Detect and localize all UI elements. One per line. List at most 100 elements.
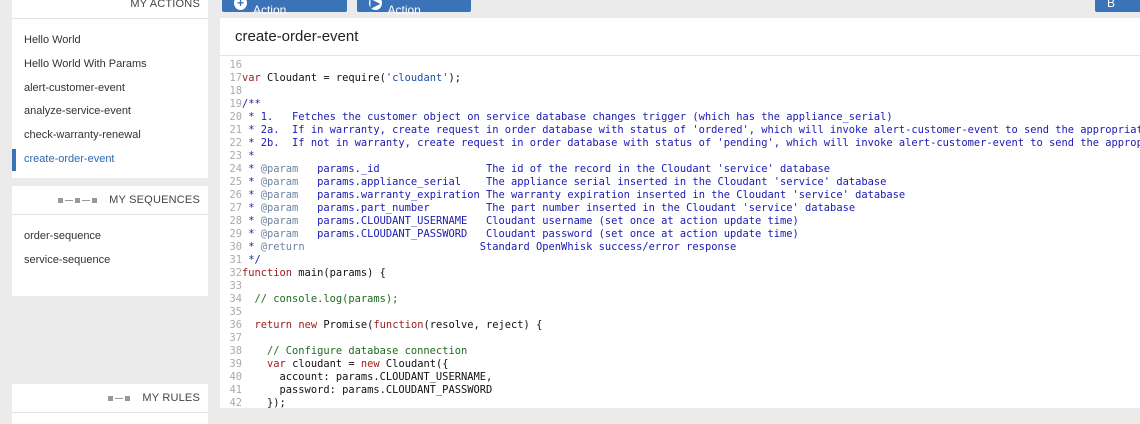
- code-token: @param: [260, 176, 299, 188]
- line-number: 25: [229, 176, 242, 188]
- line-number: 29: [229, 228, 242, 240]
- my-rules-title: MY RULES: [142, 392, 200, 404]
- code-token: cloudant =: [285, 358, 361, 370]
- sidebar-item-action[interactable]: create-order-event: [12, 148, 208, 172]
- sidebar-item-action[interactable]: Hello World: [12, 29, 208, 53]
- code-token: @param: [260, 215, 299, 227]
- code-text: *: [242, 150, 254, 163]
- sidebar-item-action[interactable]: alert-customer-event: [12, 77, 208, 101]
- code-text: * 2a. If in warranty, create request in …: [242, 124, 1140, 137]
- code-token: *: [242, 163, 261, 175]
- run-action-label: Run this Action: [387, 0, 432, 17]
- code-token: new: [360, 358, 380, 370]
- line-number: 31: [229, 254, 242, 266]
- code-token: Cloudant = require(: [260, 72, 386, 84]
- code-line: 38 // Configure database connection: [220, 345, 1140, 358]
- play-icon: ▶: [369, 0, 382, 10]
- code-token: *: [242, 189, 261, 201]
- code-token: * 1. Fetches the customer object on serv…: [242, 111, 893, 123]
- code-token: Standard OpenWhisk success/error respons…: [304, 241, 737, 253]
- sidebar-item-sequence[interactable]: service-sequence: [12, 249, 208, 273]
- line-number: 38: [229, 345, 242, 357]
- line-number: 32: [229, 267, 242, 279]
- code-text: * @return Standard OpenWhisk success/err…: [242, 241, 736, 254]
- line-number: 19: [229, 98, 242, 110]
- code-line: 30 * @return Standard OpenWhisk success/…: [220, 241, 1140, 254]
- code-text: function main(params) {: [242, 267, 386, 280]
- my-sequences-title: MY SEQUENCES: [109, 194, 200, 206]
- sidebar-item-action[interactable]: analyze-service-event: [12, 100, 208, 124]
- code-token: *: [242, 228, 261, 240]
- code-line: 31 */: [220, 254, 1140, 267]
- my-actions-header: MY ACTIONS: [12, 0, 208, 19]
- code-line: 17 var Cloudant = require('cloudant');: [220, 72, 1140, 85]
- code-token: });: [242, 397, 286, 408]
- code-token: account: params.CLOUDANT_USERNAME,: [242, 371, 493, 383]
- code-token: (resolve, reject) {: [423, 319, 543, 331]
- line-number: 42: [229, 397, 242, 408]
- code-line: 26 * @param params.warranty_expiration T…: [220, 189, 1140, 202]
- line-number: 24: [229, 163, 242, 175]
- code-text: */: [242, 254, 261, 267]
- run-action-button[interactable]: ▶ Run this Action: [357, 0, 471, 17]
- code-text: password: params.CLOUDANT_PASSWORD: [242, 384, 493, 397]
- code-editor[interactable]: 16 17 var Cloudant = require('cloudant'); 1…: [220, 59, 1140, 408]
- code-token: password: params.CLOUDANT_PASSWORD: [242, 384, 493, 396]
- code-text: * @param params.appliance_serial The app…: [242, 176, 886, 189]
- line-number: 36: [229, 319, 242, 331]
- create-action-button[interactable]: + Create an Action: [222, 0, 347, 17]
- code-token: * 2a. If in warranty, create request in …: [242, 124, 1140, 136]
- code-text: var cloudant = new Cloudant({: [242, 358, 449, 371]
- sidebar-item-action[interactable]: check-warranty-renewal: [12, 124, 208, 148]
- code-line: 25 * @param params.appliance_serial The …: [220, 176, 1140, 189]
- sidebar-item-action[interactable]: Hello World With Params: [12, 53, 208, 77]
- line-number: 39: [229, 358, 242, 370]
- my-sequences-panel: MY SEQUENCES order-sequence service-seque…: [12, 186, 208, 296]
- line-number: 37: [229, 332, 242, 344]
- code-token: Cloudant({: [379, 358, 449, 370]
- code-line: 18: [220, 85, 1140, 98]
- line-number: 35: [229, 306, 242, 318]
- line-number: 23: [229, 150, 242, 162]
- code-text: /**: [242, 98, 261, 111]
- line-number: 18: [229, 85, 242, 97]
- toolbar-right-label: B: [1107, 0, 1116, 10]
- code-token: *: [242, 215, 261, 227]
- code-line: 35: [220, 306, 1140, 319]
- code-text: return new Promise(function(resolve, rej…: [242, 319, 543, 332]
- code-text: });: [242, 397, 286, 408]
- code-text: * 1. Fetches the customer object on serv…: [242, 111, 893, 124]
- code-text: * @param params.CLOUDANT_PASSWORD Clouda…: [242, 228, 799, 241]
- code-token: // Configure database connection: [267, 345, 468, 357]
- code-line: 42 });: [220, 397, 1140, 408]
- code-line: 27 * @param params.part_number The part …: [220, 202, 1140, 215]
- line-number: 27: [229, 202, 242, 214]
- actions-list: Hello World Hello World With Params alert-…: [12, 19, 208, 172]
- code-token: );: [448, 72, 461, 84]
- plus-icon: +: [234, 0, 247, 10]
- code-line: 34 // console.log(params);: [220, 293, 1140, 306]
- code-token: var: [267, 358, 286, 370]
- code-line: 16: [220, 59, 1140, 72]
- code-token: function: [242, 267, 293, 279]
- sidebar-item-sequence[interactable]: order-sequence: [12, 225, 208, 249]
- code-line: 21 * 2a. If in warranty, create request …: [220, 124, 1140, 137]
- line-number: 28: [229, 215, 242, 227]
- code-token: Promise(: [317, 319, 374, 331]
- sequence-icon: [58, 197, 98, 203]
- code-token: return: [254, 319, 293, 331]
- code-line: 32 function main(params) {: [220, 267, 1140, 280]
- code-line: 36 return new Promise(function(resolve, …: [220, 319, 1140, 332]
- code-line: 23 *: [220, 150, 1140, 163]
- toolbar-right-button[interactable]: B: [1095, 0, 1140, 12]
- code-line: 41 password: params.CLOUDANT_PASSWORD: [220, 384, 1140, 397]
- sequences-list: order-sequence service-sequence: [12, 215, 208, 273]
- code-line: 39 var cloudant = new Cloudant({: [220, 358, 1140, 371]
- code-token: @param: [260, 202, 299, 214]
- line-number: 17: [229, 72, 242, 84]
- code-token: *: [242, 176, 261, 188]
- create-action-label: Create an Action: [252, 0, 306, 17]
- my-rules-header: MY RULES: [12, 384, 208, 413]
- code-token: // console.log(params);: [254, 293, 399, 305]
- code-token: params.CLOUDANT_USERNAME Cloudant userna…: [298, 215, 799, 227]
